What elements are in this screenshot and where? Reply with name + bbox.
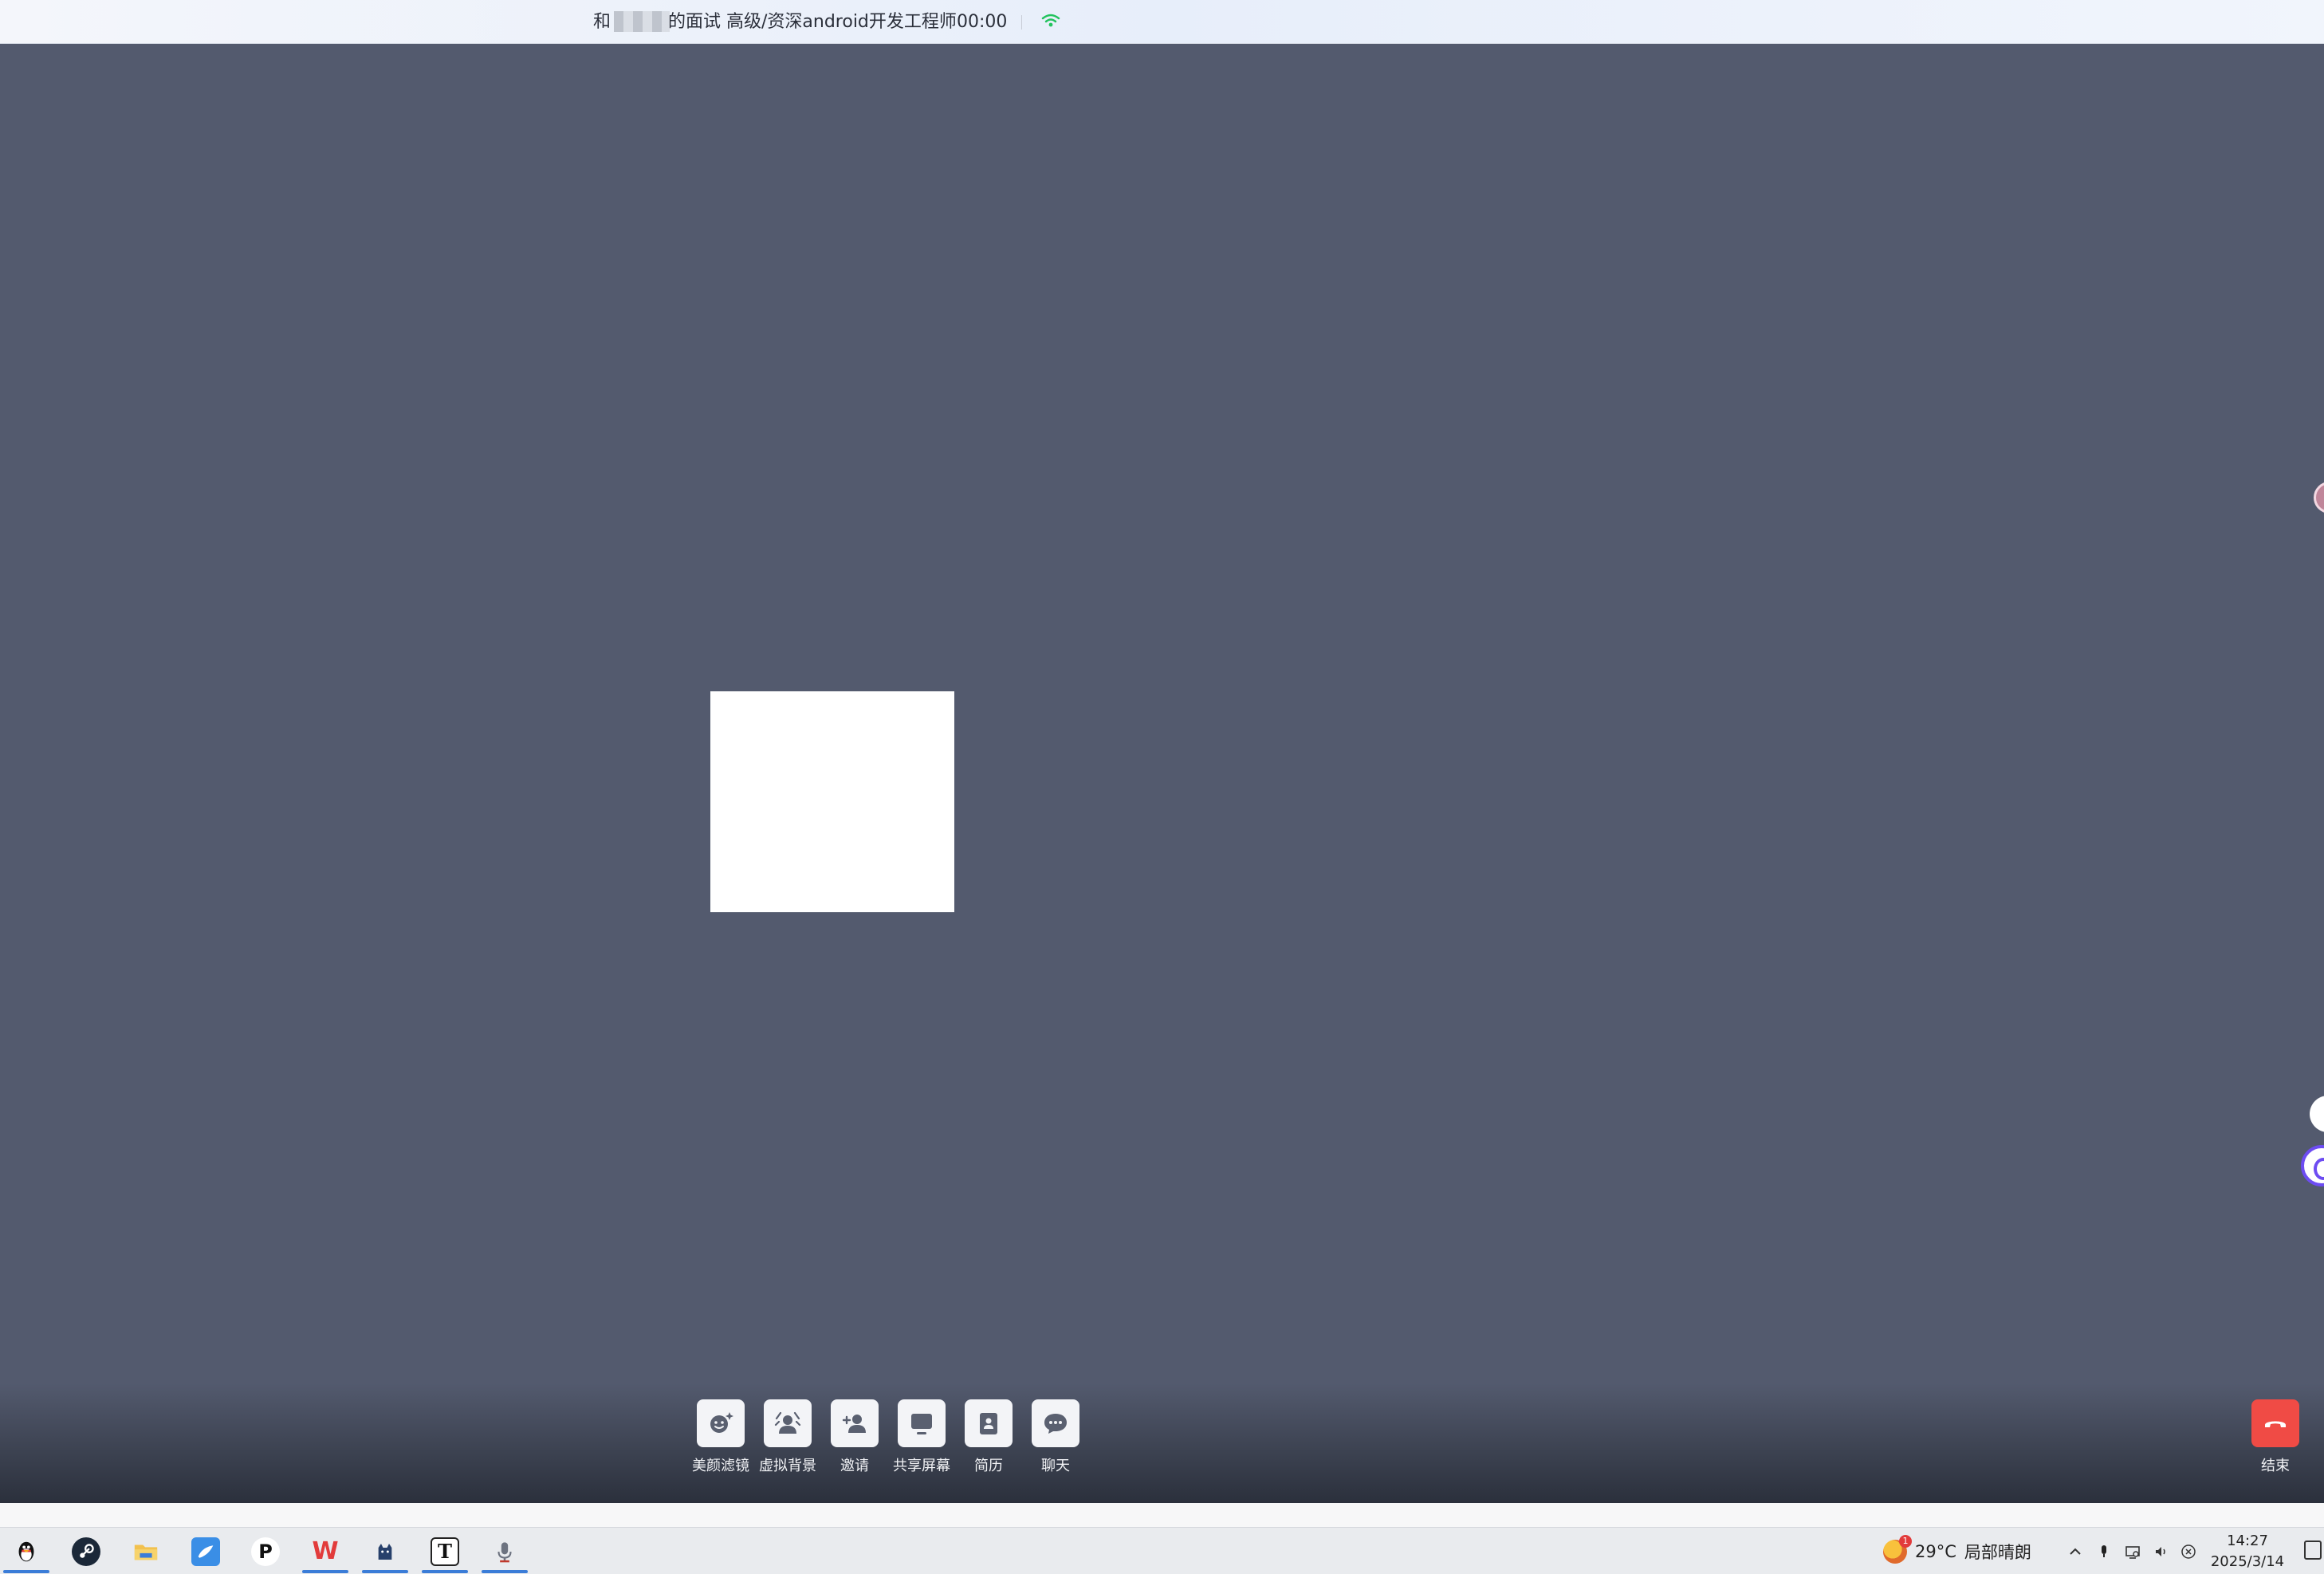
taskbar-app-steam[interactable] — [60, 1528, 112, 1574]
title-divider — [1021, 15, 1022, 30]
clock-date: 2025/3/14 — [2210, 1553, 2285, 1570]
taskbar-app-p[interactable]: P — [239, 1528, 292, 1574]
interview-title: 的面试 高级/资深android开发工程师 — [668, 12, 957, 32]
invite-button[interactable]: 邀请 — [821, 1399, 888, 1475]
p-letter-icon: P — [251, 1537, 280, 1566]
chat-label: 聊天 — [1041, 1458, 1070, 1474]
taskbar-app-wps[interactable]: W — [299, 1528, 352, 1574]
title-bar: 和 的面试 高级/资深android开发工程师 00:00 — [0, 0, 2324, 44]
network-icon[interactable] — [2119, 1528, 2146, 1574]
running-indicator — [362, 1570, 408, 1573]
window-bottom-strip — [0, 1503, 2324, 1527]
weather-condition: 局部晴朗 — [1964, 1542, 2031, 1562]
monitor-icon — [911, 1414, 932, 1434]
folder-icon — [132, 1537, 160, 1566]
microphone-icon[interactable] — [2090, 1528, 2118, 1574]
running-indicator — [482, 1570, 528, 1573]
virtual-background-button[interactable]: 虚拟背景 — [754, 1399, 821, 1475]
call-timer: 00:00 — [957, 12, 1008, 32]
taskbar-app-explorer[interactable] — [120, 1528, 172, 1574]
virtual-background-label: 虚拟背景 — [759, 1458, 816, 1474]
t-letter-icon: T — [431, 1537, 459, 1566]
face-sparkle-icon — [710, 1412, 733, 1433]
taskbar-app-typora[interactable]: T — [419, 1528, 471, 1574]
weather-sun-icon: 1 — [1883, 1534, 1912, 1564]
taskbar: P W T 1 29°C 局部晴朗 14:27 2025/3/14 — [0, 1527, 2324, 1574]
taskbar-app-qq[interactable] — [0, 1528, 53, 1574]
video-tile[interactable] — [710, 691, 954, 912]
end-call-label: 结束 — [2261, 1458, 2290, 1474]
chat-button[interactable]: 聊天 — [1022, 1399, 1089, 1475]
notification-icon[interactable] — [2304, 1541, 2322, 1560]
resume-button[interactable]: 简历 — [955, 1399, 1022, 1475]
share-screen-label: 共享屏幕 — [893, 1458, 950, 1474]
taskbar-app-recorder[interactable] — [478, 1528, 531, 1574]
add-person-icon — [842, 1415, 866, 1433]
redacted-name — [614, 11, 670, 32]
video-stage — [0, 44, 2324, 1383]
share-screen-button[interactable]: 共享屏幕 — [888, 1399, 955, 1475]
system-clock[interactable]: 14:27 2025/3/14 — [2204, 1531, 2291, 1572]
wifi-icon — [1041, 14, 1060, 27]
resume-icon — [980, 1413, 997, 1434]
hang-up-icon — [2265, 1421, 2286, 1427]
weather-temp: 29°C — [1915, 1541, 1956, 1561]
beauty-filter-button[interactable]: 美颜滤镜 — [687, 1399, 754, 1475]
running-indicator — [422, 1570, 468, 1573]
volume-icon[interactable] — [2148, 1528, 2175, 1574]
qq-penguin-icon — [12, 1537, 41, 1566]
close-circle-icon[interactable] — [2175, 1528, 2202, 1574]
resume-label: 简历 — [974, 1458, 1003, 1474]
title-prefix: 和 — [593, 12, 611, 32]
cat-icon — [371, 1537, 399, 1566]
invite-label: 邀请 — [840, 1458, 869, 1474]
control-bar: 美颜滤镜 虚拟背景 邀请 共享屏幕 简历 聊天 结束 — [0, 1383, 2324, 1503]
end-call-button[interactable]: 结束 — [2242, 1399, 2309, 1475]
beauty-filter-label: 美颜滤镜 — [692, 1458, 749, 1474]
weather-badge: 1 — [1899, 1534, 1912, 1548]
taskbar-app-feishu[interactable] — [179, 1528, 232, 1574]
microphone-app-icon — [490, 1537, 519, 1566]
wps-icon: W — [312, 1537, 339, 1565]
steam-icon — [72, 1537, 100, 1566]
chat-bubble-icon — [1044, 1414, 1067, 1434]
running-indicator — [302, 1570, 348, 1573]
taskbar-app-cat[interactable] — [359, 1528, 411, 1574]
running-indicator — [3, 1570, 49, 1573]
bird-icon — [191, 1537, 220, 1566]
weather-widget[interactable]: 1 29°C 局部晴朗 — [1883, 1528, 2031, 1574]
person-background-icon — [774, 1411, 801, 1434]
clock-time: 14:27 — [2227, 1533, 2268, 1549]
chevron-up-icon[interactable] — [2062, 1528, 2089, 1574]
